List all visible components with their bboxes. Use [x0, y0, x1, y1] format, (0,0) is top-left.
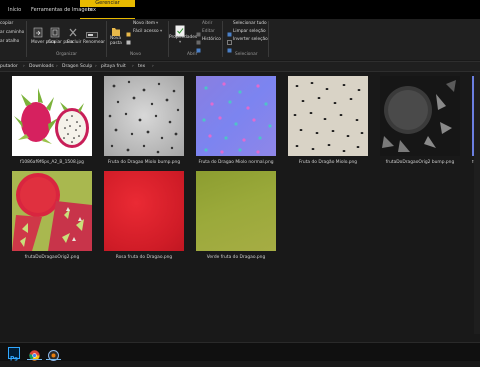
chevron-right-icon[interactable]: › [23, 64, 25, 70]
title-tab-strip: Gerenciar Início Ferramentas de Imagem t… [0, 0, 480, 19]
tab-home[interactable]: Início [8, 7, 21, 13]
tab-image-tools[interactable]: Ferramentas de Imagem [31, 7, 92, 13]
chrome-icon[interactable] [29, 346, 40, 361]
invert-selection-icon[interactable] [227, 38, 232, 53]
new-item-icon[interactable] [126, 22, 131, 37]
chevron-down-icon[interactable]: ▾ [160, 29, 162, 35]
breadcrumb-computer[interactable]: putador [0, 64, 18, 70]
ribbon-copy-path-label[interactable]: ar caminho [0, 30, 24, 36]
open-icon[interactable] [196, 22, 201, 37]
copy-to-icon[interactable] [50, 23, 60, 38]
ribbon-separator [222, 21, 223, 57]
file-thumbnail[interactable] [380, 76, 460, 156]
file-thumbnail[interactable] [288, 76, 368, 156]
invert-selection-button[interactable]: Inverter seleção [233, 37, 268, 43]
taskbar: Ps [0, 342, 480, 363]
photoshop-icon[interactable]: Ps [8, 347, 20, 363]
svg-text:Ps: Ps [10, 356, 18, 363]
file-name[interactable]: frutaDoDragaoOrig2.png [7, 255, 97, 260]
organize-group-label: Organizar [56, 52, 78, 57]
breadcrumb-pitaya-fruit[interactable]: pitaya fruit [101, 64, 126, 70]
edit-icon[interactable] [196, 30, 201, 45]
ribbon: copiar ar caminho ar atalho Mover para C… [0, 19, 480, 61]
address-bar[interactable]: putador › Downloads › Dragon Sculp › pit… [0, 60, 480, 72]
file-name[interactable]: Verde fruta do Dragao.png [191, 255, 281, 260]
delete-button[interactable]: Excluir [67, 40, 81, 46]
file-thumbnail[interactable] [104, 171, 184, 251]
breadcrumb-tex[interactable]: tex [138, 64, 145, 70]
file-name[interactable]: f1086af9f6ps_A2_B_1508.jpg [7, 160, 97, 165]
open-button[interactable]: Abrir [202, 21, 212, 27]
ribbon-separator [106, 21, 107, 57]
chevron-right-icon[interactable]: › [132, 64, 134, 70]
file-grid: f1086af9f6ps_A2_B_1508.jpg Fruta do Drag… [0, 72, 475, 334]
select-none-icon[interactable] [227, 30, 232, 45]
select-group-label: Selecionar [235, 52, 258, 57]
file-name[interactable]: Fruta do Dragao Miolo normal.png [191, 160, 281, 165]
new-item-button[interactable]: Novo item [133, 21, 155, 27]
easy-access-button[interactable]: Fácil acesso [133, 29, 159, 35]
file-name[interactable]: Rosa fruta do Dragao.png [99, 255, 189, 260]
history-button[interactable]: Histórico [202, 37, 221, 43]
breadcrumb-dragon-sculp[interactable]: Dragon Sculp [62, 64, 92, 70]
chevron-down-icon[interactable]: ▾ [179, 40, 181, 46]
new-folder-icon[interactable] [111, 22, 121, 36]
new-group-label: Novo [130, 52, 142, 57]
history-icon[interactable] [196, 38, 201, 53]
contextual-tab-header: Gerenciar [80, 0, 135, 7]
ribbon-separator [268, 21, 269, 57]
open-group-label: Abrir [187, 52, 198, 57]
delete-icon[interactable] [68, 23, 78, 37]
chevron-down-icon[interactable]: ▾ [156, 21, 158, 27]
chevron-right-icon[interactable]: › [152, 64, 154, 70]
tab-tex[interactable]: tex [88, 7, 96, 13]
properties-button[interactable]: Propriedades [169, 35, 197, 41]
properties-icon[interactable] [175, 22, 185, 37]
file-thumbnail[interactable] [12, 76, 92, 156]
select-all-icon[interactable] [227, 22, 232, 37]
file-name[interactable]: frutaDoDragaoOrig2 bump.png [375, 160, 465, 165]
ribbon-paste-shortcut-label[interactable]: ar atalho [0, 39, 19, 45]
vertical-scrollbar[interactable] [474, 72, 480, 334]
file-thumbnail[interactable] [12, 171, 92, 251]
ribbon-copy-label[interactable]: copiar [0, 21, 13, 27]
breadcrumb-downloads[interactable]: Downloads [29, 64, 54, 70]
chevron-right-icon[interactable]: › [56, 64, 58, 70]
file-name[interactable]: Fruta do Dragão Miolo.png [283, 160, 373, 165]
edit-button[interactable]: Editar [202, 29, 215, 35]
file-thumbnail[interactable] [196, 76, 276, 156]
rename-icon[interactable] [86, 24, 98, 38]
new-folder-button[interactable]: Nova pasta [110, 36, 124, 46]
file-thumbnail[interactable] [104, 76, 184, 156]
file-thumbnail[interactable] [196, 171, 276, 251]
select-none-button[interactable]: Limpar seleção [233, 29, 266, 35]
file-name[interactable]: Fruta do Dragao Miolo bump.png [99, 160, 189, 165]
easy-access-icon[interactable] [126, 30, 131, 45]
ribbon-separator [26, 21, 27, 57]
chevron-right-icon[interactable]: › [95, 64, 97, 70]
blender-icon[interactable] [48, 346, 59, 361]
select-all-button[interactable]: Selecionar tudo [233, 21, 267, 27]
move-to-icon[interactable] [33, 23, 43, 38]
breadcrumb[interactable]: putador › Downloads › Dragon Sculp › pit… [0, 61, 480, 72]
rename-button[interactable]: Renomear [83, 40, 105, 46]
